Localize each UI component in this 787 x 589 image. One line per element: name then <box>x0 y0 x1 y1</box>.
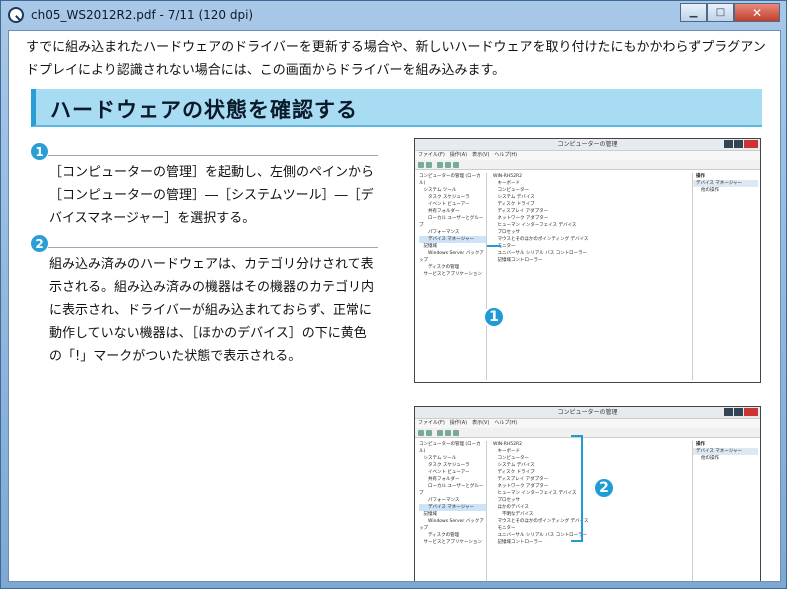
intro-paragraph: すでに組み込まれたハードウェアのドライバーを更新する場合や、新しいハードウェアを… <box>26 40 766 78</box>
step-2-text: 組み込み済みのハードウェアは、カテゴリ分けされて表示される。組み込み済みの機器は… <box>49 257 375 364</box>
close-button[interactable]: ✕ <box>734 3 780 22</box>
callout-arrow <box>487 245 501 247</box>
shot-toolbar <box>415 428 760 438</box>
callout-bracket <box>571 435 583 542</box>
step-1-badge: 1 <box>31 143 48 160</box>
window-title: ch05_WS2012R2.pdf - 7/11 (120 dpi) <box>31 8 254 22</box>
shot-device-pane: WIN-RH52R2 キーボード コンピューター システム デバイス ディスク … <box>493 174 589 263</box>
callout-1: 1 <box>483 306 505 328</box>
title-bar[interactable]: ch05_WS2012R2.pdf - 7/11 (120 dpi) ▁ □ ✕ <box>1 1 786 29</box>
shot-title: コンピューターの管理 <box>415 407 760 419</box>
shot-toolbar <box>415 160 760 170</box>
screenshot-computer-management-1: コンピューターの管理 ファイル(F) 操作(A) 表示(V) ヘルプ(H) コン… <box>414 138 761 383</box>
app-icon <box>8 7 24 23</box>
shot-title: コンピューターの管理 <box>415 139 760 151</box>
shot-tree-pane: コンピューターの管理 (ローカル) システム ツール タスク スケジューラ イベ… <box>417 173 487 380</box>
step-1-text: ［コンピューターの管理］を起動し、左側のペインから［コンピューターの管理］―［シ… <box>49 165 375 226</box>
step-divider <box>48 155 378 156</box>
shot-ops-pane: 操作 デバイス マネージャー 他の操作 <box>692 441 758 581</box>
pdf-viewer-window: ch05_WS2012R2.pdf - 7/11 (120 dpi) ▁ □ ✕… <box>0 0 787 589</box>
section-title: ハードウェアの状態を確認する <box>50 98 358 122</box>
minimize-button[interactable]: ▁ <box>680 3 707 22</box>
shot-menu: ファイル(F) 操作(A) 表示(V) ヘルプ(H) <box>415 419 760 428</box>
maximize-button[interactable]: □ <box>707 3 734 22</box>
screenshot-computer-management-2: コンピューターの管理 ファイル(F) 操作(A) 表示(V) ヘルプ(H) コン… <box>414 406 761 581</box>
step-2-badge: 2 <box>31 235 48 252</box>
step-2: 2 組み込み済みのハードウェアは、カテゴリ分けされて表示される。組み込み済みの機… <box>31 235 379 368</box>
step-divider <box>48 247 378 248</box>
section-header: ハードウェアの状態を確認する <box>31 89 762 127</box>
document-page[interactable]: すでに組み込まれたハードウェアのドライバーを更新する場合や、新しいハードウェアを… <box>8 30 781 582</box>
shot-device-pane: WIN-RH52R2 キーボード コンピューター システム デバイス ディスク … <box>493 442 589 545</box>
shot-tree-pane: コンピューターの管理 (ローカル) システム ツール タスク スケジューラ イベ… <box>417 441 487 581</box>
callout-2: 2 <box>593 477 615 499</box>
shot-ops-pane: 操作 デバイス マネージャー 他の操作 <box>692 173 758 380</box>
shot-menu: ファイル(F) 操作(A) 表示(V) ヘルプ(H) <box>415 151 760 160</box>
step-1: 1 ［コンピューターの管理］を起動し、左側のペインから［コンピューターの管理］―… <box>31 143 379 230</box>
